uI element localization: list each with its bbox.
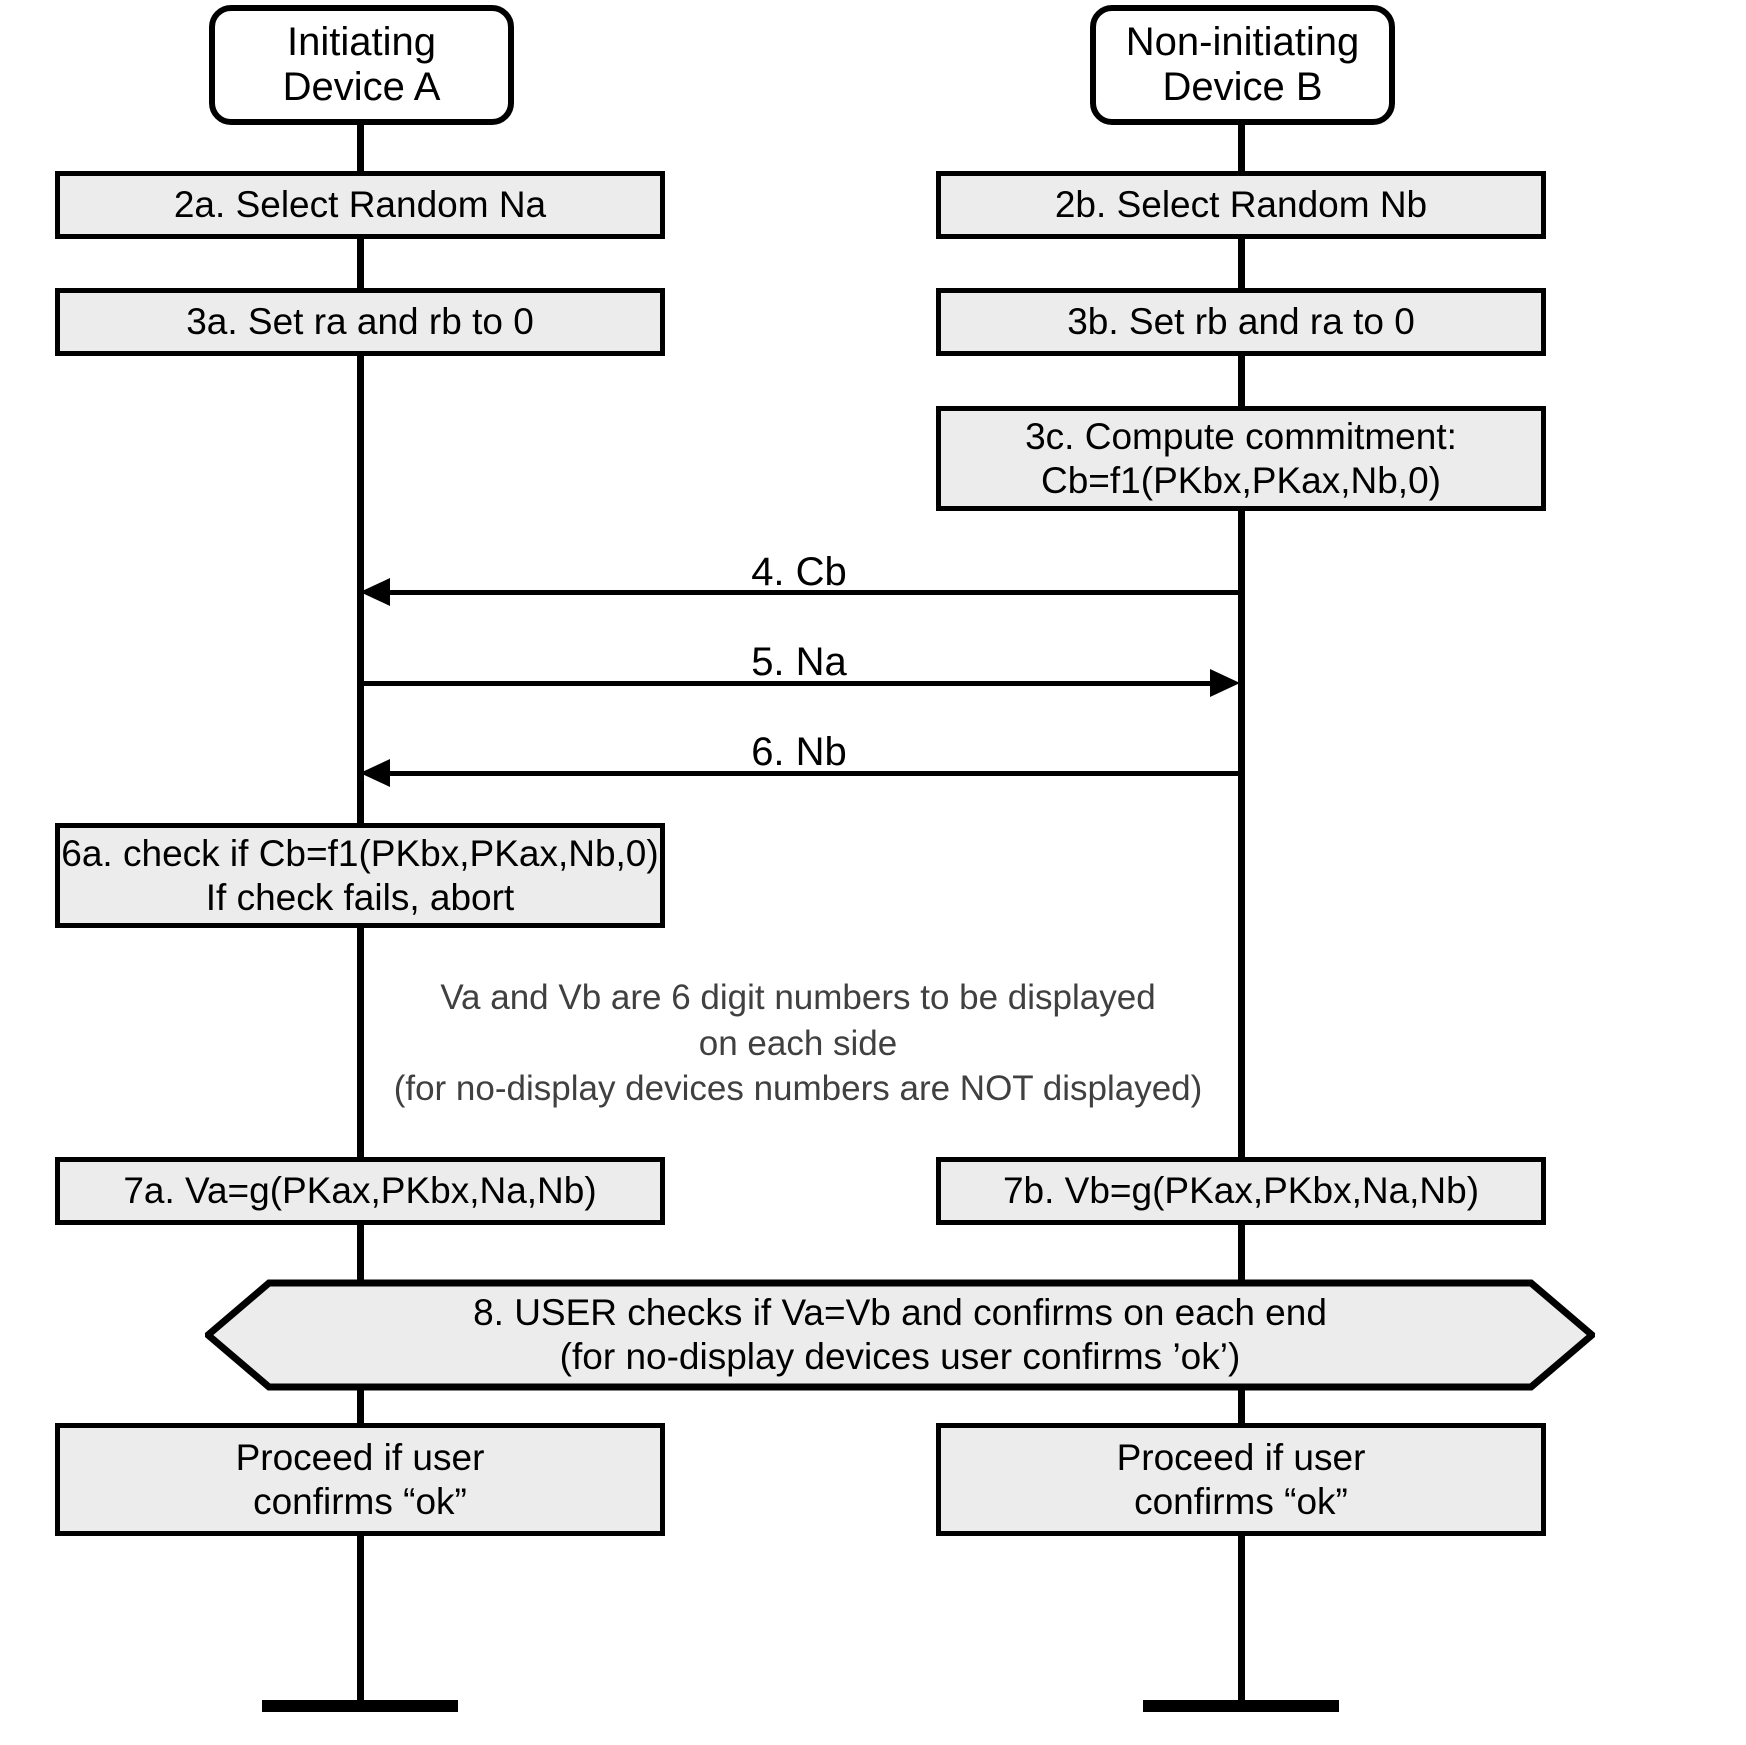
- step-7b-label: 7b. Vb=g(PKax,PKbx,Na,Nb): [1002, 1170, 1480, 1212]
- step-7a-box[interactable]: 7a. Va=g(PKax,PKbx,Na,Nb): [55, 1157, 665, 1225]
- terminator-device-b: [1143, 1700, 1339, 1712]
- display-note-line3: (for no-display devices numbers are NOT …: [393, 1069, 1203, 1108]
- sequence-diagram: Initiating Device A Non-initiating Devic…: [0, 0, 1746, 1745]
- step-2a-label: 2a. Select Random Na: [173, 184, 547, 226]
- step-3c-box[interactable]: 3c. Compute commitment: Cb=f1(PKbx,PKax,…: [936, 406, 1546, 511]
- step-8-box[interactable]: 8. USER checks if Va=Vb and confirms on …: [205, 1279, 1595, 1391]
- message-5-label: 5. Na: [751, 640, 847, 684]
- device-box-a[interactable]: Initiating Device A: [209, 5, 514, 125]
- proceed-b-box[interactable]: Proceed if user confirms “ok”: [936, 1423, 1546, 1536]
- message-4-label: 4. Cb: [751, 550, 847, 594]
- step-6a-box[interactable]: 6a. check if Cb=f1(PKbx,PKax,Nb,0) If ch…: [55, 823, 665, 928]
- step-3c-label: 3c. Compute commitment: Cb=f1(PKbx,PKax,…: [1025, 415, 1457, 501]
- step-8-label: 8. USER checks if Va=Vb and confirms on …: [473, 1292, 1327, 1377]
- message-4-arrow: [360, 578, 1240, 606]
- step-7a-label: 7a. Va=g(PKax,PKbx,Na,Nb): [123, 1170, 597, 1212]
- step-7b-box[interactable]: 7b. Vb=g(PKax,PKbx,Na,Nb): [936, 1157, 1546, 1225]
- device-a-label: Initiating Device A: [282, 20, 441, 109]
- step-3b-label: 3b. Set rb and ra to 0: [1067, 301, 1415, 343]
- step-2b-box[interactable]: 2b. Select Random Nb: [936, 171, 1546, 239]
- step-6a-label: 6a. check if Cb=f1(PKbx,PKax,Nb,0) If ch…: [61, 832, 659, 918]
- proceed-a-label: Proceed if user confirms “ok”: [235, 1436, 485, 1522]
- step-2b-label: 2b. Select Random Nb: [1054, 184, 1428, 226]
- message-6-label: 6. Nb: [751, 730, 847, 774]
- message-6-arrow: [360, 759, 1240, 787]
- device-box-b[interactable]: Non-initiating Device B: [1090, 5, 1395, 125]
- proceed-a-box[interactable]: Proceed if user confirms “ok”: [55, 1423, 665, 1536]
- device-b-label: Non-initiating Device B: [1125, 20, 1360, 109]
- step-3b-box[interactable]: 3b. Set rb and ra to 0: [936, 288, 1546, 356]
- terminator-device-a: [262, 1700, 458, 1712]
- step-2a-box[interactable]: 2a. Select Random Na: [55, 171, 665, 239]
- step-3a-label: 3a. Set ra and rb to 0: [186, 301, 534, 343]
- display-note-line2: on each side: [698, 1023, 898, 1063]
- message-5-arrow: [360, 669, 1240, 697]
- proceed-b-label: Proceed if user confirms “ok”: [1116, 1436, 1366, 1522]
- display-note-line1: Va and Vb are 6 digit numbers to be disp…: [440, 978, 1156, 1017]
- display-note: Va and Vb are 6 digit numbers to be disp…: [373, 975, 1223, 1112]
- step-3a-box[interactable]: 3a. Set ra and rb to 0: [55, 288, 665, 356]
